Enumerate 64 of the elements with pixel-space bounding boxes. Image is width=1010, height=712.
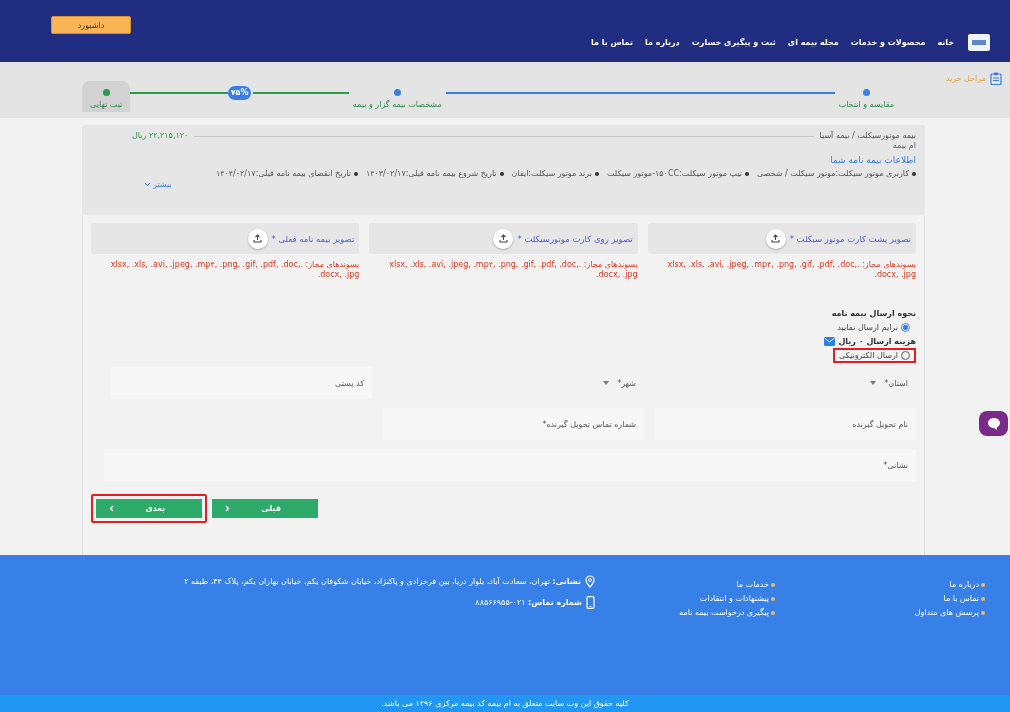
nav-link[interactable]: محصولات و خدمات [850,38,926,47]
more-link[interactable]: بیشتر [144,180,172,189]
allowed-extensions: پسوندهای مجاز: .xlsx, .xls, .avi, .jpeg, .mp۴, .png, .gif, .pdf, .doc, .docx, .jpg [388,260,638,280]
detail-item: تاریخ شروع بیمه نامه قبلی:۱۴۰۳/۰۲/۱۷ [365,169,504,178]
input-field[interactable]: شماره تماس تحویل گیرنده* [382,408,644,441]
logo-icon[interactable] [968,34,990,51]
allowed-extensions: پسوندهای مجاز: .xlsx, .xls, .avi, .jpeg, .mp۴, .png, .gif, .pdf, .doc, .docx, .jpg [109,260,360,280]
delivery-cost: هزینه ارسال ۰ ریال [838,337,916,347]
dashboard-button[interactable]: داشبورد [51,16,131,34]
price-text: ۲۲,۲۱۵,۱۲۰ ریال [132,131,189,140]
radio-icon[interactable] [901,323,910,333]
select-field[interactable]: استان* [654,367,916,400]
radio-option[interactable]: ارسال الکترونیکی [832,348,916,364]
chevron-down-icon[interactable] [144,182,151,187]
input-field[interactable]: نام تحویل گیرنده [654,408,916,441]
nav-link[interactable]: خانه [937,38,954,47]
caret-down-icon[interactable] [603,381,610,386]
upload-icon[interactable] [765,228,786,249]
input-field[interactable]: نشانی* [104,449,916,482]
clipboard-icon [990,72,1002,85]
chat-bubble-icon[interactable] [986,417,1001,430]
address-text: نشانی: تهران، سعادت آباد، بلوار دریا، بین فرحزادی و پاکنژاد، خیابان شکوفان یکم، خیابان بهاران یکم، پلاک ۳۴، طبقه ۲ [184,577,581,586]
footer-link[interactable]: پیشنهادات و انتقادات [595,594,775,603]
footer-link[interactable]: خدمات ما [595,580,775,589]
phone-icon [586,596,595,609]
chevron-icon[interactable] [225,505,230,513]
input-field[interactable]: کد پستی [110,367,372,400]
delivery-title: نحوه ارسال بیمه نامه [831,309,916,319]
upload-icon[interactable] [493,228,514,249]
next-button[interactable]: بعدی [91,494,207,524]
allowed-extensions: پسوندهای مجاز: .xlsx, .xls, .avi, .jpeg, .mp۴, .png, .gif, .pdf, .doc, .docx, .jpg [666,260,916,280]
detail-item: برند موتور سیکلت:ایفان [511,169,599,178]
step-item: مقایسه و انتخاب [834,89,898,109]
footer-link[interactable]: پرسش های متداول [775,608,985,617]
step-item: مشخصات بیمه گزار و بیمه [348,89,446,109]
product-name: بیمه موتورسیکلت / بیمه آسیا [819,131,916,140]
footer-link[interactable]: درباره ما [775,580,985,589]
copyright-text: کلیه حقوق این وب سایت متعلق به ام بیمه کد بیمه مرکزی ۱۲۹۶ می باشد. [0,695,1010,712]
caret-down-icon[interactable] [870,381,877,386]
radio-option[interactable]: برایم ارسال نمایید [831,320,916,336]
nav-link[interactable]: تماس با ما [591,38,633,47]
breadcrumb-title: مراحل خرید [945,74,986,83]
chat-button[interactable] [979,411,1008,436]
upload-box[interactable]: تصویر پشت کارت موتور سیکلت * [647,223,916,254]
upload-box[interactable]: تصویر بیمه نامه فعلی * [91,223,360,254]
step-item: ثبت نهایی [82,81,131,112]
location-icon [585,575,595,588]
detail-item: تیپ موتور سیکلت:۱۵۰CC-موتور سیکلت [606,169,750,178]
section-title: اطلاعات بیمه نامه شما [829,155,916,165]
select-field[interactable]: شهر* [382,367,644,400]
provider-name: ام بیمه [891,141,916,150]
footer-link[interactable]: تماس با ما [775,594,985,603]
nav-link[interactable]: ثبت و پیگیری خسارت [691,38,776,47]
phone-text: شماره تماس: ۰۲۱-۸۸۵۶۶۹۵۵ [475,598,582,607]
detail-item: کاربری موتور سیکلت:موتور سیکلت / شخصی [757,169,916,178]
progress-badge: ۷۵% [227,85,252,100]
detail-item: تاریخ انقضای بیمه نامه قبلی:۱۴۰۴/۰۲/۱۷ [215,169,358,178]
chevron-icon[interactable] [109,505,114,513]
footer-link[interactable]: پیگیری درخواست بیمه نامه [595,608,775,617]
upload-icon[interactable] [247,228,268,249]
nav-link[interactable]: درباره ما [644,38,680,47]
nav-link[interactable]: مجله بیمه ای [787,38,839,47]
mail-icon [824,337,836,347]
upload-box[interactable]: تصویر روی کارت موتورسیکلت * [369,223,638,254]
